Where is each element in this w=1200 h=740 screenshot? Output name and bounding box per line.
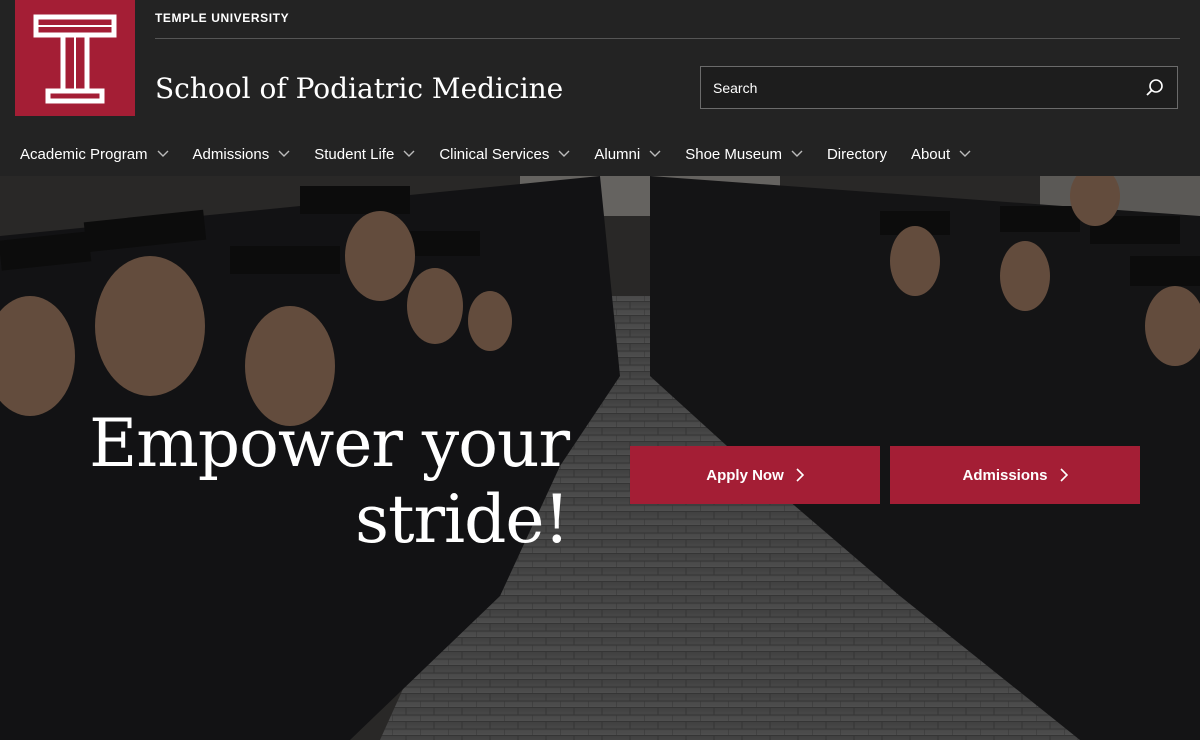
chevron-down-icon — [649, 150, 661, 157]
chevron-down-icon — [558, 150, 570, 157]
nav-label: Alumni — [594, 145, 641, 163]
nav-item-alumni[interactable]: Alumni — [594, 146, 661, 163]
headline-line-2: stride! — [355, 481, 570, 558]
chevron-down-icon — [791, 150, 803, 157]
nav-item-admissions[interactable]: Admissions — [193, 146, 291, 163]
hero-banner: Empower your stride! Apply Now Admission… — [0, 176, 1200, 740]
apply-now-label: Apply Now — [706, 466, 784, 484]
headline-line-1: Empower your — [89, 405, 570, 482]
temple-logo[interactable] — [15, 0, 135, 116]
search-input[interactable] — [701, 67, 1121, 108]
chevron-down-icon — [157, 150, 169, 157]
nav-item-shoe-museum[interactable]: Shoe Museum — [685, 146, 803, 163]
hero-headline: Empower your stride! — [89, 405, 570, 558]
apply-now-button[interactable]: Apply Now — [630, 446, 880, 504]
nav-item-directory[interactable]: Directory — [827, 146, 887, 163]
site-header: TEMPLE UNIVERSITY School of Podiatric Me… — [0, 0, 1200, 176]
main-nav: Academic Program Admissions Student Life… — [20, 136, 995, 172]
chevron-right-icon — [1059, 468, 1068, 482]
chevron-down-icon — [959, 150, 971, 157]
nav-label: Shoe Museum — [685, 145, 782, 163]
nav-label: Academic Program — [20, 145, 148, 163]
nav-item-about[interactable]: About — [911, 146, 971, 163]
nav-label: Directory — [826, 145, 887, 163]
school-title[interactable]: School of Podiatric Medicine — [155, 72, 563, 105]
nav-item-student-life[interactable]: Student Life — [314, 146, 415, 163]
nav-label: Student Life — [314, 145, 395, 163]
nav-item-academic-program[interactable]: Academic Program — [20, 146, 169, 163]
nav-label: About — [910, 145, 951, 163]
chevron-down-icon — [278, 150, 290, 157]
search-icon[interactable] — [1145, 78, 1165, 98]
search-box — [700, 66, 1178, 109]
header-divider — [155, 38, 1180, 39]
chevron-down-icon — [403, 150, 415, 157]
admissions-label: Admissions — [962, 466, 1048, 484]
chevron-right-icon — [796, 468, 804, 482]
nav-item-clinical-services[interactable]: Clinical Services — [439, 146, 570, 163]
temple-t-icon — [33, 14, 117, 104]
admissions-button[interactable]: Admissions — [890, 446, 1140, 504]
nav-label: Clinical Services — [439, 145, 550, 163]
university-name[interactable]: TEMPLE UNIVERSITY — [155, 11, 289, 25]
nav-label: Admissions — [192, 145, 270, 163]
